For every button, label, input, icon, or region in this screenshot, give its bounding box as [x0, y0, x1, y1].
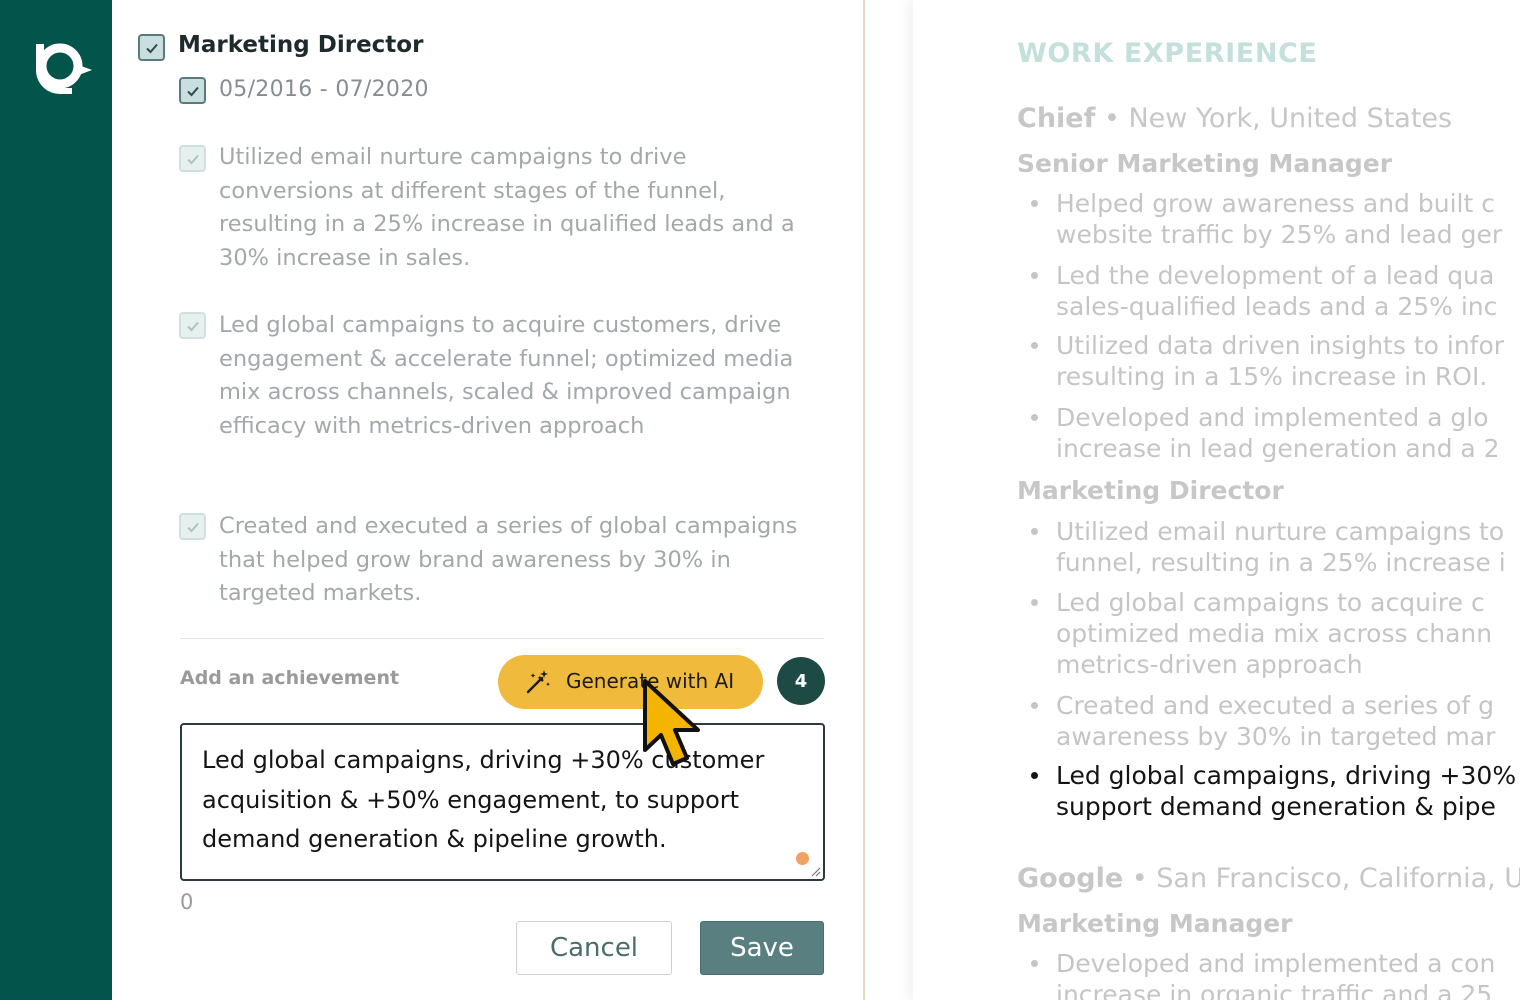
job-select-checkbox[interactable]	[138, 34, 165, 61]
mouse-pointer-icon	[643, 679, 700, 766]
bullet-dot	[1031, 960, 1038, 967]
job-role: Marketing Director	[1017, 476, 1284, 505]
add-achievement-label: Add an achievement	[180, 667, 400, 689]
company-line: Google • San Francisco, California, Un	[1017, 863, 1520, 894]
bullet-dot	[1031, 272, 1038, 279]
achievement-text[interactable]: Led global campaigns to acquire customer…	[219, 309, 819, 443]
bullet-dot	[1031, 414, 1038, 421]
checkmark-icon	[145, 43, 158, 53]
achievement-checkbox[interactable]	[179, 145, 206, 172]
job-title: Marketing Director	[178, 32, 424, 58]
cancel-button[interactable]: Cancel	[516, 921, 672, 975]
ai-credits-badge: 4	[777, 657, 825, 705]
company-location: New York, United States	[1128, 103, 1453, 134]
achievement-checkbox[interactable]	[179, 312, 206, 339]
separator-dot: •	[1103, 103, 1120, 134]
character-counter: 0	[180, 890, 194, 914]
achievement-checkbox[interactable]	[179, 513, 206, 540]
company-name: Google	[1017, 863, 1124, 894]
section-divider	[180, 638, 824, 639]
job-role: Marketing Manager	[1017, 909, 1293, 938]
spellcheck-indicator	[796, 852, 809, 865]
panel-divider	[863, 0, 865, 1000]
app-sidebar	[0, 0, 112, 1000]
job-dates-checkbox[interactable]	[179, 77, 206, 104]
job-role: Senior Marketing Manager	[1017, 149, 1393, 178]
checkmark-icon	[186, 86, 199, 96]
checkmark-icon	[186, 154, 199, 164]
section-heading: WORK EXPERIENCE	[1017, 38, 1318, 69]
checkmark-icon	[186, 321, 199, 331]
achievement-textarea[interactable]: Led global campaigns, driving +30% custo…	[180, 723, 825, 881]
bullet-dot	[1031, 702, 1038, 709]
app-logo-icon[interactable]	[26, 38, 94, 94]
company-location: San Francisco, California, Un	[1156, 863, 1520, 894]
magic-wand-icon	[526, 670, 550, 694]
separator-dot: •	[1131, 863, 1148, 894]
achievement-textarea-value[interactable]: Led global campaigns, driving +30% custo…	[202, 741, 802, 860]
checkmark-icon	[186, 522, 199, 532]
bullet-dot	[1031, 599, 1038, 606]
bullet-dot	[1031, 772, 1038, 779]
job-dates: 05/2016 - 07/2020	[219, 77, 429, 102]
achievement-text[interactable]: Utilized email nurture campaigns to driv…	[219, 141, 819, 275]
company-name: Chief	[1017, 103, 1096, 134]
generate-with-ai-button[interactable]: Generate with AI	[498, 655, 763, 709]
resize-handle-icon[interactable]	[809, 865, 821, 877]
company-line: Chief • New York, United States	[1017, 103, 1452, 134]
bullet-dot	[1031, 528, 1038, 535]
bullet-dot	[1031, 342, 1038, 349]
achievement-text[interactable]: Created and executed a series of global …	[219, 510, 819, 611]
save-button[interactable]: Save	[700, 921, 824, 975]
bullet-dot	[1031, 200, 1038, 207]
resume-preview: WORK EXPERIENCE Chief • New York, United…	[913, 0, 1520, 1000]
